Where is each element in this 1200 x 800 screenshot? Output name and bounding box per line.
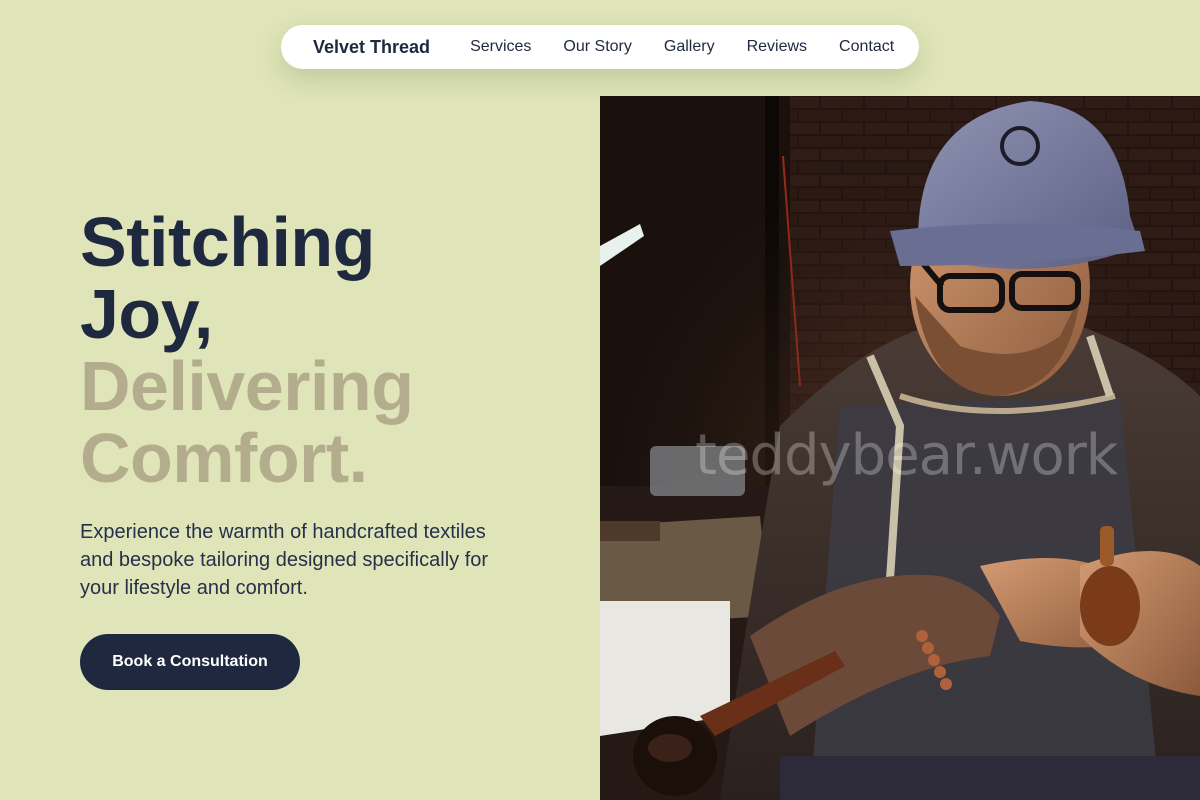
nav-link-our-story[interactable]: Our Story <box>563 38 631 56</box>
hero-title: Stitching Joy, Delivering Comfort. <box>80 206 540 494</box>
top-nav: Velvet Thread Services Our Story Gallery… <box>281 25 919 69</box>
book-consultation-button[interactable]: Book a Consultation <box>80 634 300 690</box>
hero-image-tailor <box>600 96 1200 800</box>
brand-logo[interactable]: Velvet Thread <box>313 37 430 58</box>
hero-title-line-1: Stitching <box>80 203 375 281</box>
nav-links: Services Our Story Gallery Reviews Conta… <box>470 38 894 56</box>
hero-title-line-4: Comfort. <box>80 419 368 497</box>
hero-title-line-3: Delivering <box>80 347 414 425</box>
nav-link-reviews[interactable]: Reviews <box>747 38 807 56</box>
nav-link-gallery[interactable]: Gallery <box>664 38 715 56</box>
nav-link-contact[interactable]: Contact <box>839 38 894 56</box>
nav-link-services[interactable]: Services <box>470 38 531 56</box>
hero-title-line-2: Joy, <box>80 275 213 353</box>
hero-subtitle: Experience the warmth of handcrafted tex… <box>80 521 489 599</box>
